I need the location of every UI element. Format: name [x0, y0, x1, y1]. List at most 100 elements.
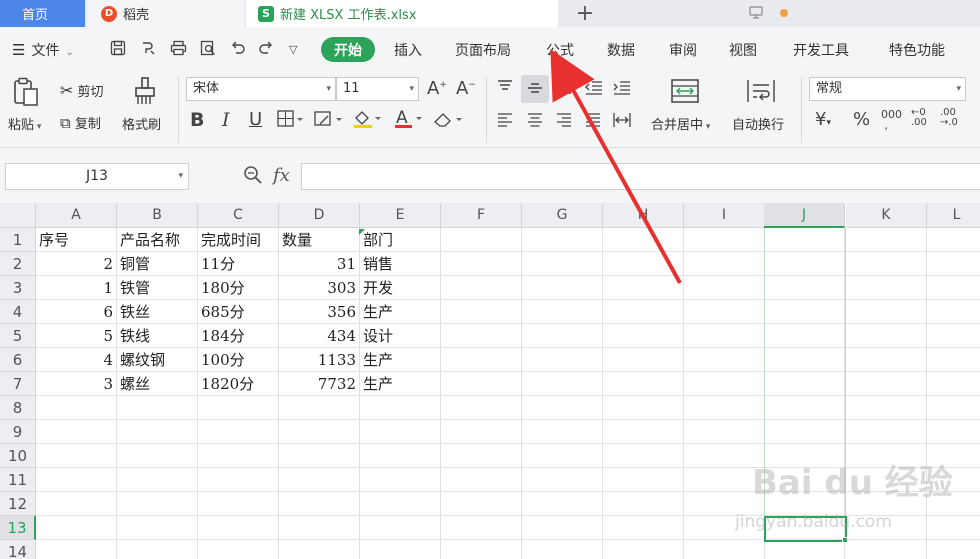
cell-e14[interactable] — [360, 540, 441, 559]
align-bottom-icon[interactable] — [555, 81, 573, 102]
cell-h6[interactable] — [603, 348, 684, 372]
cell-f8[interactable] — [441, 396, 522, 420]
cell-d14[interactable] — [279, 540, 360, 559]
cell-e8[interactable] — [360, 396, 441, 420]
cell-c8[interactable] — [198, 396, 279, 420]
percent-icon[interactable]: % — [853, 109, 870, 130]
tab-data[interactable]: 数据 — [607, 40, 635, 60]
cell-b12[interactable] — [117, 492, 198, 516]
cell-f2[interactable] — [441, 252, 522, 276]
cell-e10[interactable] — [360, 444, 441, 468]
cell-c6[interactable]: 100分 — [198, 348, 279, 372]
column-header-d[interactable]: D — [279, 203, 360, 228]
cell-k5[interactable] — [846, 324, 927, 348]
cell-b7[interactable]: 螺丝 — [117, 372, 198, 396]
justify-icon[interactable] — [584, 112, 602, 133]
format-painter-button[interactable]: 格式刷 — [122, 114, 161, 133]
cell-f4[interactable] — [441, 300, 522, 324]
cell-l9[interactable] — [927, 420, 980, 444]
cell-a9[interactable] — [36, 420, 117, 444]
cell-c9[interactable] — [198, 420, 279, 444]
cell-i4[interactable] — [684, 300, 765, 324]
row-header-9[interactable]: 9 — [0, 420, 36, 444]
cell-l13[interactable] — [927, 516, 980, 540]
column-header-g[interactable]: G — [522, 203, 603, 228]
undo-icon[interactable] — [230, 40, 246, 60]
cell-d10[interactable] — [279, 444, 360, 468]
font-size-select[interactable]: 11 ▾ — [336, 77, 419, 101]
monitor-icon[interactable] — [749, 6, 763, 23]
cell-k2[interactable] — [846, 252, 927, 276]
align-middle-icon[interactable] — [526, 81, 544, 102]
row-header-13[interactable]: 13 — [0, 516, 36, 540]
cell-i6[interactable] — [684, 348, 765, 372]
row-header-14[interactable]: 14 — [0, 540, 36, 559]
column-header-j[interactable]: J — [764, 203, 845, 228]
cell-d7[interactable]: 7732 — [279, 372, 360, 396]
cell-d9[interactable] — [279, 420, 360, 444]
cell-i1[interactable] — [684, 228, 765, 252]
column-header-f[interactable]: F — [441, 203, 522, 228]
cell-e3[interactable]: 开发 — [360, 276, 441, 300]
fill-handle[interactable] — [842, 537, 848, 543]
cell-e12[interactable] — [360, 492, 441, 516]
cell-e7[interactable]: 生产 — [360, 372, 441, 396]
cell-h2[interactable] — [603, 252, 684, 276]
cell-c1[interactable]: 完成时间 — [198, 228, 279, 252]
cell-f9[interactable] — [441, 420, 522, 444]
save-icon[interactable] — [110, 40, 126, 60]
tab-review[interactable]: 审阅 — [669, 40, 697, 60]
insert-function-icon[interactable]: fx — [273, 165, 290, 186]
cell-k14[interactable] — [846, 540, 927, 559]
cell-a10[interactable] — [36, 444, 117, 468]
cell-b8[interactable] — [117, 396, 198, 420]
cell-h8[interactable] — [603, 396, 684, 420]
name-box[interactable]: J13 ▾ — [5, 163, 189, 190]
cell-d5[interactable]: 434 — [279, 324, 360, 348]
cell-l3[interactable] — [927, 276, 980, 300]
cell-f12[interactable] — [441, 492, 522, 516]
wrap-text-button[interactable]: 自动换行 — [732, 114, 784, 133]
cell-b9[interactable] — [117, 420, 198, 444]
bold-button[interactable]: B — [190, 109, 204, 131]
align-left-icon[interactable] — [496, 112, 514, 133]
cell-k6[interactable] — [846, 348, 927, 372]
cell-f13[interactable] — [441, 516, 522, 540]
cell-e13[interactable] — [360, 516, 441, 540]
cell-a4[interactable]: 6 — [36, 300, 117, 324]
cell-h14[interactable] — [603, 540, 684, 559]
cell-c3[interactable]: 180分 — [198, 276, 279, 300]
cell-g10[interactable] — [522, 444, 603, 468]
cell-e5[interactable]: 设计 — [360, 324, 441, 348]
zoom-search-icon[interactable] — [243, 165, 263, 190]
cell-c4[interactable]: 685分 — [198, 300, 279, 324]
cell-k9[interactable] — [846, 420, 927, 444]
cell-d2[interactable]: 31 — [279, 252, 360, 276]
cell-b2[interactable]: 铜管 — [117, 252, 198, 276]
cell-h11[interactable] — [603, 468, 684, 492]
tab-page-layout[interactable]: 页面布局 — [455, 40, 511, 60]
cell-a2[interactable]: 2 — [36, 252, 117, 276]
align-right-icon[interactable] — [555, 112, 573, 133]
column-header-b[interactable]: B — [117, 203, 198, 228]
cell-g11[interactable] — [522, 468, 603, 492]
tab-view[interactable]: 视图 — [729, 40, 757, 60]
cell-g7[interactable] — [522, 372, 603, 396]
cell-d8[interactable] — [279, 396, 360, 420]
cell-c13[interactable] — [198, 516, 279, 540]
font-color-icon[interactable]: A — [394, 108, 424, 134]
cell-b13[interactable] — [117, 516, 198, 540]
cell-l5[interactable] — [927, 324, 980, 348]
cell-l6[interactable] — [927, 348, 980, 372]
file-menu[interactable]: ☰ 文件 ⌄ — [12, 40, 74, 60]
underline-button[interactable]: U — [249, 109, 262, 130]
cell-b3[interactable]: 铁管 — [117, 276, 198, 300]
cell-a8[interactable] — [36, 396, 117, 420]
italic-button[interactable]: I — [222, 109, 230, 131]
cell-a12[interactable] — [36, 492, 117, 516]
tab-special-features[interactable]: 特色功能 — [889, 40, 945, 60]
redo-icon[interactable] — [258, 40, 274, 60]
customize-toolbar-icon[interactable]: ▽ — [289, 43, 297, 56]
cell-l7[interactable] — [927, 372, 980, 396]
cell-i5[interactable] — [684, 324, 765, 348]
